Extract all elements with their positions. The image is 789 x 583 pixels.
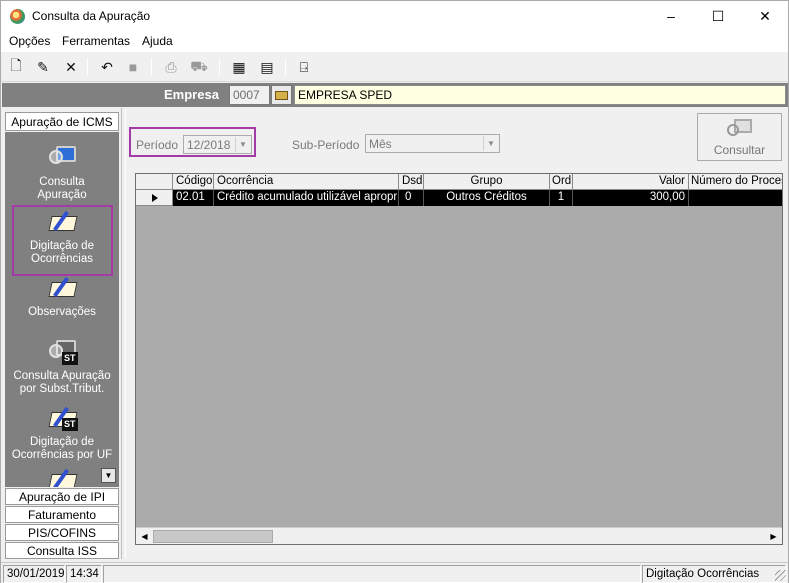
table-cell-ocorrencia[interactable]: Crédito acumulado utilizável apropriado	[214, 190, 399, 206]
periodo-select[interactable]: 12/2018 ▼	[183, 135, 252, 154]
sidebar-item-label: Consulta	[39, 176, 85, 188]
scroll-thumb[interactable]	[153, 530, 273, 543]
periodo-label: Período	[136, 138, 179, 152]
menu-ferramentas[interactable]: Ferramentas	[62, 34, 130, 48]
toolbar-separator	[87, 58, 88, 76]
window-title: Consulta da Apuração	[32, 9, 151, 23]
stop-icon[interactable]: ■	[122, 56, 144, 78]
app-logo-icon	[10, 9, 25, 24]
sidebar-item-label: Consulta Apuração	[13, 370, 111, 382]
subperiodo-label: Sub-Período	[292, 138, 360, 152]
toolbar-separator	[285, 58, 286, 76]
book-pen-icon	[47, 274, 78, 302]
table-cell-dsd[interactable]: 0	[399, 190, 424, 206]
sidebar-panel: Consulta Apuração Digitação de Ocorrênci…	[5, 132, 119, 487]
status-message	[103, 565, 641, 583]
minimize-button[interactable]: –	[648, 1, 694, 31]
sidebar-item-label: Apuração	[37, 189, 87, 201]
grid-header-dsd[interactable]: Dsd	[399, 174, 424, 190]
grid-header-valor[interactable]: Valor	[573, 174, 689, 190]
menu-opcoes[interactable]: Opções	[9, 34, 50, 48]
book-pen-icon	[47, 466, 78, 487]
sidebar-header-apuracao-icms[interactable]: Apuração de ICMS	[5, 112, 119, 131]
sidebar-item-digitacao-ocorrencias-uf[interactable]: ST Digitação de Ocorrências por UF	[5, 404, 119, 462]
consultar-label: Consultar	[713, 143, 766, 157]
sidebar-item-label: Digitação de	[30, 436, 94, 448]
table-cell-codigo[interactable]: 02.01	[173, 190, 214, 206]
application-window: Consulta da Apuração – ☐ ✕ Opções Ferram…	[0, 0, 789, 583]
sidebar-item-consulta-apuracao-st[interactable]: ST Consulta Apuração por Subst.Tribut.	[5, 338, 119, 396]
delete-icon[interactable]: ✕	[60, 56, 82, 78]
sidebar: Apuração de ICMS Consulta Apuração Digit…	[2, 108, 122, 559]
toolbar: 🗋 ✎ ✕ ↶ ■ ⎙ ⛟ ▦ ▤ ⍈	[1, 53, 788, 82]
sidebar-item-consulta-apuracao[interactable]: Consulta Apuração	[5, 144, 119, 202]
selection-highlight	[12, 205, 113, 276]
sidebar-scroll-down-button[interactable]: ▼	[101, 468, 116, 483]
chevron-down-icon: ▼	[483, 136, 498, 151]
table-cell-grupo[interactable]: Outros Créditos	[424, 190, 550, 206]
table-cell-valor[interactable]: 300,00	[573, 190, 689, 206]
st-magnifier-icon: ST	[47, 338, 78, 366]
sidebar-section-consulta-iss[interactable]: Consulta ISS	[5, 542, 119, 559]
toolbar-separator	[219, 58, 220, 76]
row-indicator[interactable]	[136, 190, 173, 206]
main-content: Período 12/2018 ▼ Sub-Período Mês ▼ Cons…	[125, 109, 788, 558]
grid-header-codigo[interactable]: Código	[173, 174, 214, 190]
menu-bar: Opções Ferramentas Ajuda	[1, 31, 788, 52]
subperiodo-select[interactable]: Mês ▼	[365, 134, 500, 153]
status-time: 14:34	[66, 565, 102, 583]
table-cell-numero-processo[interactable]	[689, 190, 782, 206]
grid-header-ocorrencia[interactable]: Ocorrência	[214, 174, 399, 190]
maximize-button[interactable]: ☐	[695, 1, 741, 31]
sidebar-section-pis-cofins[interactable]: PIS/COFINS	[5, 524, 119, 541]
sidebar-section-ipi[interactable]: Apuração de IPI	[5, 488, 119, 505]
subperiodo-value: Mês	[369, 137, 392, 151]
sidebar-section-faturamento[interactable]: Faturamento	[5, 506, 119, 523]
results-grid[interactable]: Código Ocorrência Dsd Grupo Ord Valor Nú…	[135, 173, 783, 545]
toolbar-separator	[151, 58, 152, 76]
empresa-lookup-button[interactable]	[271, 85, 292, 105]
current-row-arrow-icon	[152, 194, 158, 202]
empresa-bar: Empresa 0007 EMPRESA SPED	[2, 83, 788, 107]
periodo-value: 12/2018	[187, 138, 231, 152]
status-date: 30/01/2019	[3, 565, 65, 583]
resize-grip-icon[interactable]	[775, 570, 786, 581]
exit-door-icon[interactable]: ⍈	[293, 56, 315, 78]
grid-header-ord[interactable]: Ord	[550, 174, 573, 190]
scroll-left-icon[interactable]: ◀	[136, 528, 153, 544]
scroll-right-icon[interactable]: ▶	[765, 528, 782, 544]
sidebar-item-label: por Subst.Tribut.	[19, 383, 105, 395]
sidebar-item-label: Observações	[28, 306, 96, 318]
sidebar-item-label: Ocorrências por UF	[11, 449, 113, 461]
sidebar-item-observacoes[interactable]: Observações	[5, 274, 119, 319]
truck-icon[interactable]: ⛟	[188, 56, 210, 78]
monitor-magnifier-icon	[47, 144, 77, 172]
empresa-name-field: EMPRESA SPED	[294, 85, 786, 105]
horizontal-scrollbar[interactable]: ◀ ▶	[136, 527, 782, 544]
status-mode: Digitação Ocorrências	[642, 565, 786, 583]
empresa-code-field[interactable]: 0007	[229, 85, 270, 105]
calculator-icon[interactable]: ▦	[228, 56, 250, 78]
chevron-down-icon: ▼	[235, 137, 250, 152]
st-book-icon: ST	[47, 404, 78, 432]
grid-header-numero-processo[interactable]: Número do Processo	[689, 174, 782, 190]
grid-header-grupo[interactable]: Grupo	[424, 174, 550, 190]
empresa-label: Empresa	[164, 87, 219, 102]
print-icon[interactable]: ⎙	[160, 56, 182, 78]
menu-ajuda[interactable]: Ajuda	[142, 34, 173, 48]
grid-header-indicator	[136, 174, 173, 190]
consultar-button[interactable]: Consultar	[697, 113, 782, 161]
disk-file-icon[interactable]: ▤	[256, 56, 278, 78]
status-bar: 30/01/2019 14:34 Digitação Ocorrências	[1, 562, 788, 583]
new-icon[interactable]: 🗋	[5, 56, 27, 78]
folder-icon	[275, 90, 288, 100]
edit-icon[interactable]: ✎	[32, 56, 54, 78]
undo-icon[interactable]: ↶	[96, 56, 118, 78]
title-bar: Consulta da Apuração – ☐ ✕	[1, 1, 788, 31]
close-button[interactable]: ✕	[742, 1, 788, 31]
monitor-magnifier-icon	[725, 117, 755, 141]
table-cell-ord[interactable]: 1	[550, 190, 573, 206]
